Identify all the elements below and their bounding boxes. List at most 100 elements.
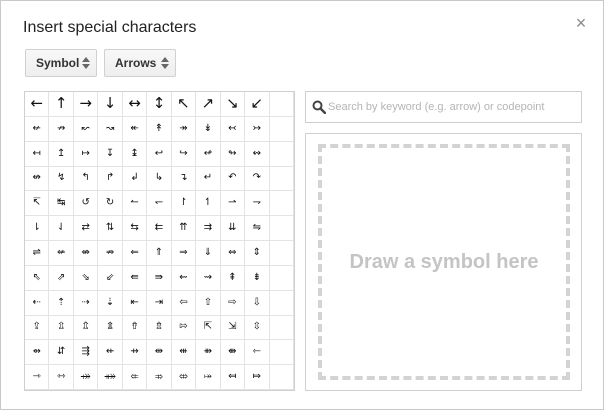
character-cell[interactable]: ⇤ [122,290,148,316]
character-cell[interactable]: ⇯ [147,315,172,341]
character-cell[interactable]: ⤃ [147,365,172,390]
character-cell[interactable]: ↿ [196,191,221,217]
character-cell[interactable]: ⇬ [73,315,99,341]
character-cell[interactable]: ⇙ [98,265,123,291]
character-cell[interactable]: ⇐ [122,241,148,266]
character-cell[interactable]: ⇛ [147,265,172,291]
character-cell[interactable]: ⤇ [245,365,270,390]
character-cell[interactable]: ⇍ [49,241,74,266]
character-cell[interactable]: ⇾ [25,365,50,390]
character-cell[interactable]: ↬ [220,141,246,167]
character-cell[interactable]: ⇒ [171,241,197,266]
character-cell[interactable]: ⤀ [73,365,99,390]
character-cell[interactable]: ⇠ [25,290,50,316]
character-cell[interactable]: ↳ [147,166,172,192]
draw-canvas[interactable]: Draw a symbol here [318,144,570,380]
character-cell[interactable]: ↧ [98,141,123,167]
character-cell[interactable]: ↴ [171,166,197,192]
close-icon[interactable]: × [573,14,589,32]
character-cell[interactable]: ⇲ [220,315,246,341]
character-cell[interactable]: ⇰ [171,315,197,341]
character-cell[interactable]: ⇨ [220,290,246,316]
character-cell[interactable]: ↓ [98,92,123,117]
character-cell[interactable]: ⇑ [147,241,172,266]
character-cell[interactable]: ↯ [49,166,74,192]
character-cell[interactable]: ← [25,92,50,117]
character-cell[interactable]: ⤅ [196,365,221,390]
character-cell[interactable]: ↚ [25,116,50,142]
character-cell[interactable]: ⇖ [25,265,50,291]
character-cell[interactable]: ↥ [49,141,74,167]
character-cell[interactable]: ⇆ [122,216,148,241]
character-cell[interactable]: → [73,92,99,117]
character-cell[interactable]: ↟ [147,116,172,142]
character-cell[interactable]: ⇓ [196,241,221,266]
character-cell[interactable]: ⤄ [171,365,197,390]
character-cell[interactable]: ↤ [25,141,50,167]
character-cell[interactable]: ⇴ [25,340,50,366]
character-cell[interactable]: ↶ [220,166,246,192]
character-cell[interactable]: ⇢ [73,290,99,316]
character-cell[interactable]: ⇞ [220,265,246,291]
character-cell[interactable]: ⇳ [245,315,270,341]
character-cell[interactable]: ⇏ [98,241,123,266]
character-cell[interactable]: ↛ [49,116,74,142]
character-cell[interactable]: ↨ [122,141,148,167]
character-cell[interactable]: ⇫ [49,315,74,341]
character-cell[interactable]: ⇶ [73,340,99,366]
character-cell[interactable]: ⇣ [98,290,123,316]
character-cell[interactable]: ↣ [245,116,270,142]
character-cell[interactable]: ⇹ [147,340,172,366]
character-cell[interactable]: ⇔ [220,241,246,266]
character-cell[interactable]: ↭ [245,141,270,167]
character-cell[interactable]: ↱ [98,166,123,192]
character-cell[interactable]: ↕ [147,92,172,117]
character-cell[interactable]: ⇪ [25,315,50,341]
character-cell[interactable]: ↞ [122,116,148,142]
subcategory-select[interactable]: Arrows [104,49,176,77]
character-cell[interactable]: ↫ [196,141,221,167]
character-cell[interactable]: ⇦ [171,290,197,316]
search-input[interactable] [328,92,578,122]
character-cell[interactable]: ⇜ [171,265,197,291]
character-cell[interactable]: ⇈ [171,216,197,241]
character-cell[interactable]: ⇿ [49,365,74,390]
character-cell[interactable]: ↺ [73,191,99,217]
character-cell[interactable]: ⇝ [196,265,221,291]
character-cell[interactable]: ⇼ [220,340,246,366]
character-cell[interactable]: ⇡ [49,290,74,316]
character-cell[interactable]: ↰ [73,166,99,192]
character-cell[interactable]: ↹ [49,191,74,217]
character-cell[interactable]: ↼ [122,191,148,217]
character-cell[interactable]: ⇉ [196,216,221,241]
character-cell[interactable]: ↦ [73,141,99,167]
character-cell[interactable]: ↝ [98,116,123,142]
character-cell[interactable]: ↜ [73,116,99,142]
character-cell[interactable]: ↠ [171,116,197,142]
character-cell[interactable]: ↘ [220,92,246,117]
character-cell[interactable]: ⇵ [49,340,74,366]
character-cell[interactable]: ⤁ [98,365,123,390]
character-cell[interactable]: ⇺ [171,340,197,366]
character-cell[interactable]: ⇸ [122,340,148,366]
character-cell[interactable]: ⇃ [49,216,74,241]
character-cell[interactable]: ↔ [122,92,148,117]
character-cell[interactable]: ⤂ [122,365,148,390]
character-cell[interactable]: ↗ [196,92,221,117]
character-cell[interactable]: ⇩ [245,290,270,316]
character-cell[interactable]: ⇻ [196,340,221,366]
character-cell[interactable]: ⇕ [245,241,270,266]
character-cell[interactable]: ↲ [122,166,148,192]
character-cell[interactable]: ↢ [220,116,246,142]
character-cell[interactable]: ⇁ [245,191,270,217]
character-cell[interactable]: ⇭ [98,315,123,341]
character-cell[interactable]: ↡ [196,116,221,142]
character-cell[interactable]: ↷ [245,166,270,192]
character-cell[interactable]: ↾ [171,191,197,217]
character-cell[interactable]: ↖ [171,92,197,117]
character-cell[interactable]: ⇮ [122,315,148,341]
character-cell[interactable]: ↑ [49,92,74,117]
character-cell[interactable]: ↮ [25,166,50,192]
character-cell[interactable]: ⇷ [98,340,123,366]
character-cell[interactable]: ⤆ [220,365,246,390]
